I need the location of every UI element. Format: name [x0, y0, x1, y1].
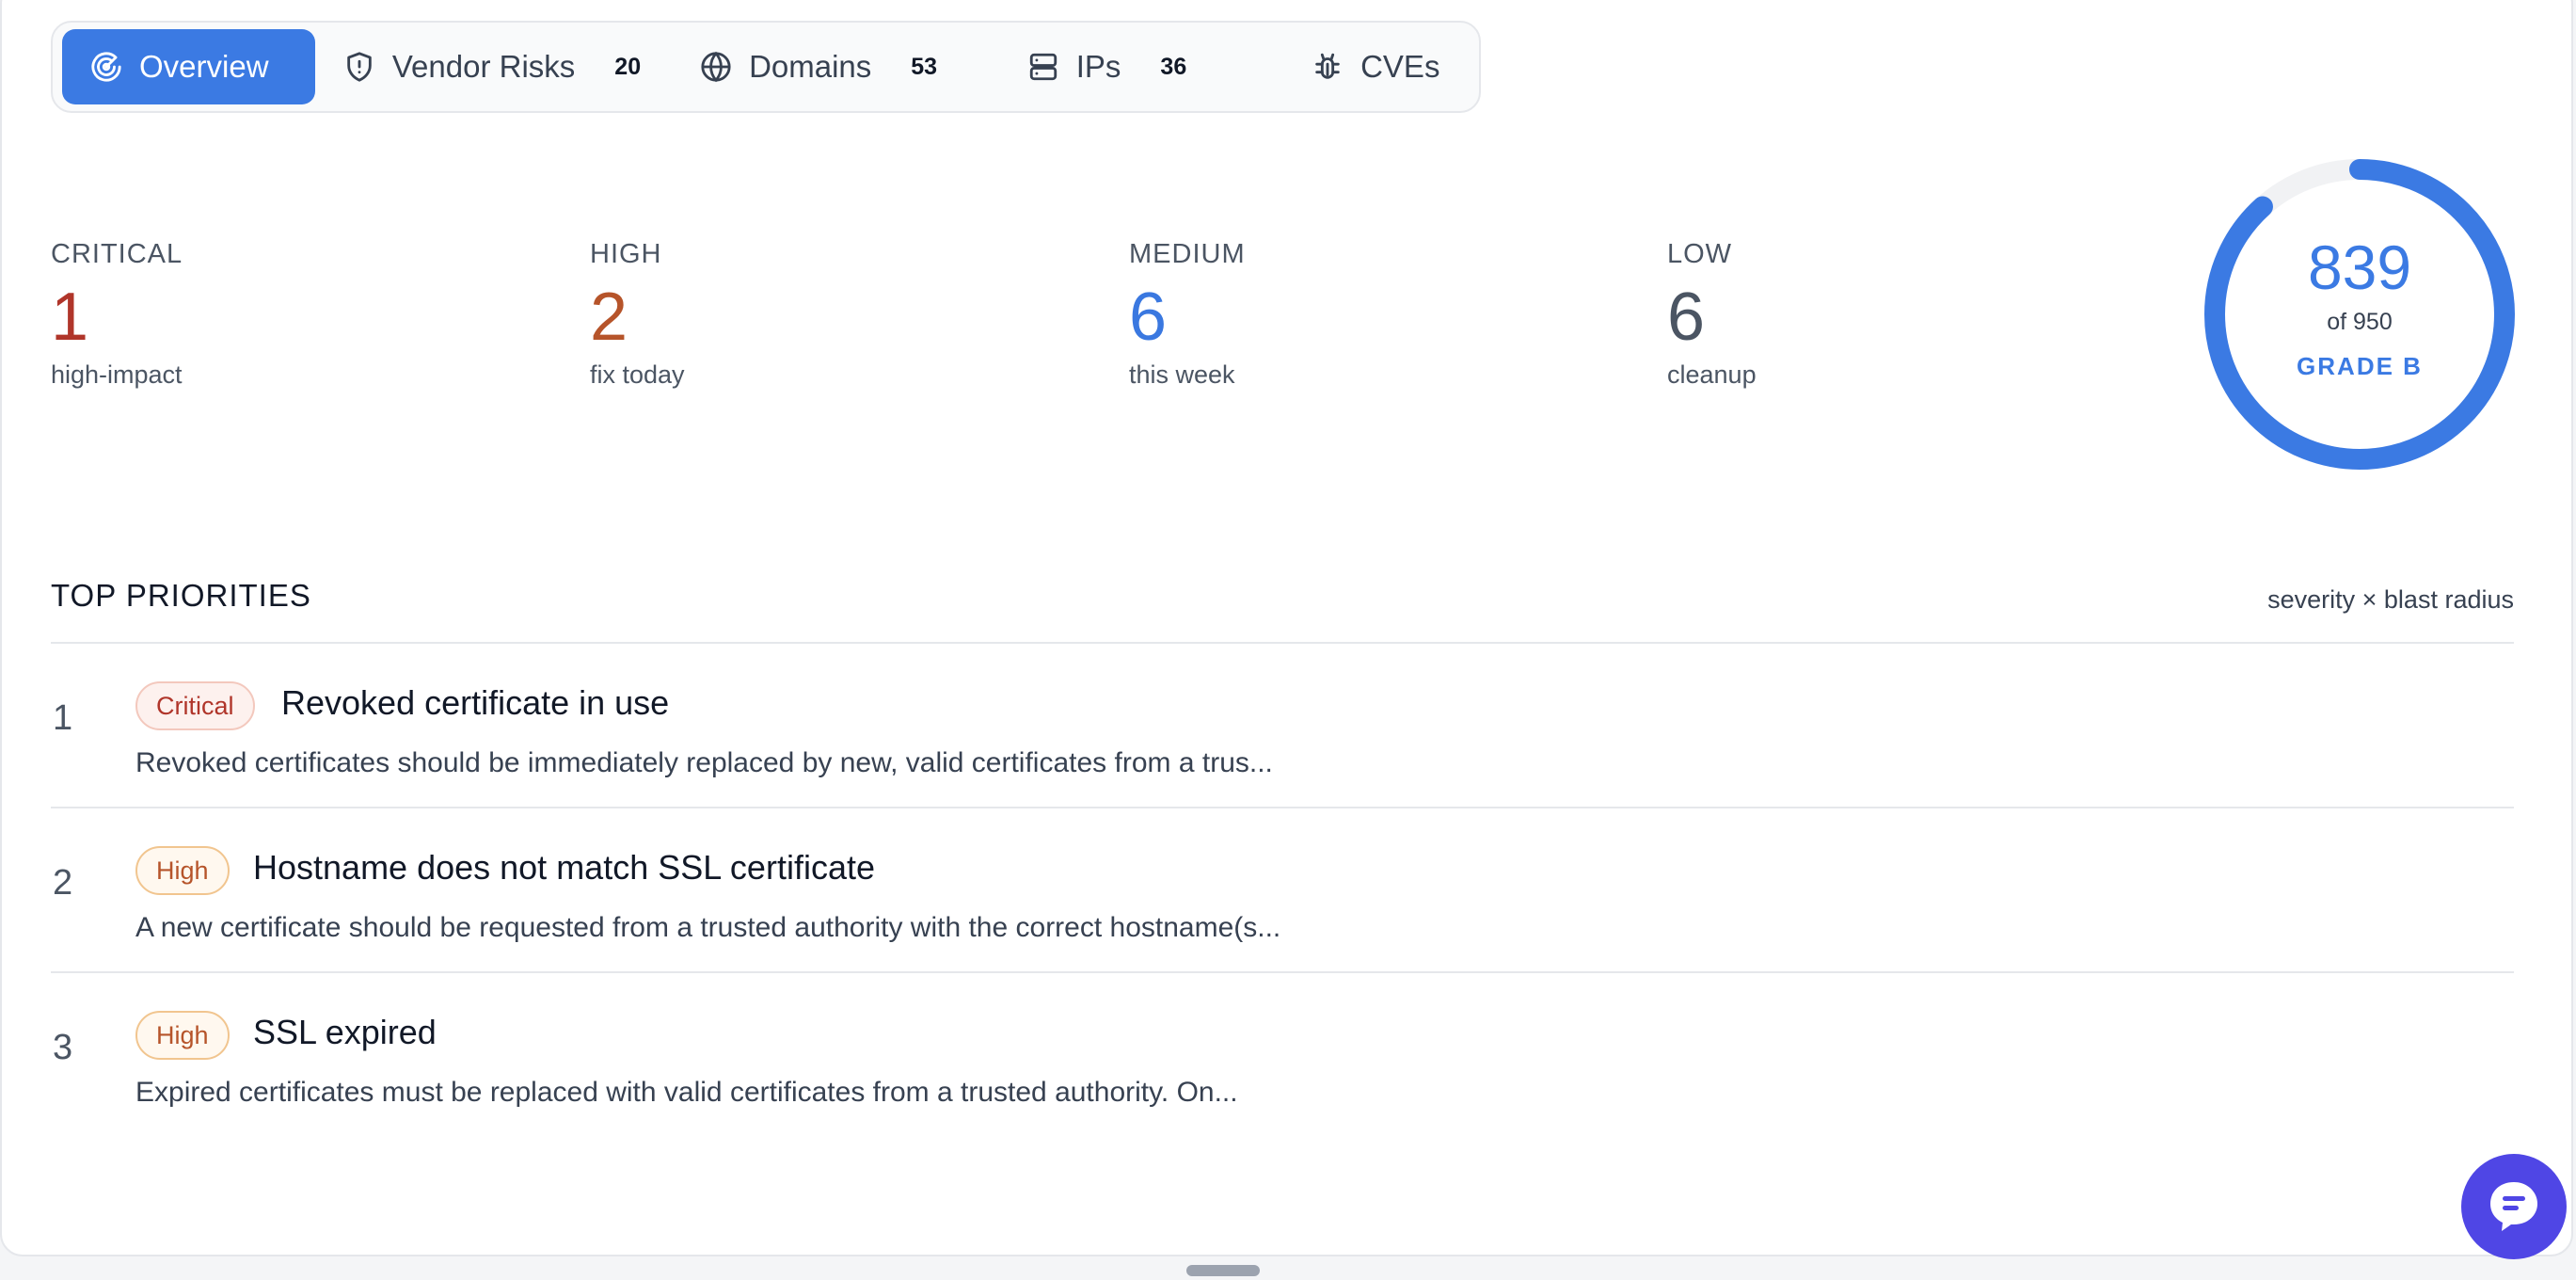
priority-row[interactable]: 2 High Hostname does not match SSL certi… [51, 808, 2514, 973]
priority-title: Hostname does not match SSL certificate [253, 848, 875, 887]
overview-card: Overview Vendor Risks 20 Domains 53 IPs … [0, 0, 2573, 1256]
chat-icon [2490, 1182, 2537, 1231]
priority-rank: 1 [53, 698, 73, 738]
severity-badge: High [135, 846, 230, 895]
chat-button[interactable] [2461, 1154, 2567, 1259]
score-value: 839 [2307, 232, 2412, 302]
server-icon [1029, 53, 1057, 81]
tab-count: 20 [614, 53, 642, 80]
score-max: of 950 [2327, 309, 2393, 335]
tab-label: Domains [749, 49, 872, 84]
priority-rank: 2 [53, 863, 73, 903]
severity-count: 1 [51, 280, 89, 355]
tab-bar: Overview Vendor Risks 20 Domains 53 IPs … [51, 21, 1481, 113]
priority-rank: 3 [53, 1028, 73, 1067]
priority-description: Revoked certificates should be immediate… [135, 747, 1273, 778]
tab-cves[interactable]: CVEs [1283, 29, 1470, 104]
resize-handle[interactable] [1186, 1265, 1260, 1276]
severity-label: LOW [1667, 239, 1733, 269]
severity-badge: Critical [135, 681, 255, 730]
severity-label: HIGH [590, 239, 662, 269]
tab-label: Vendor Risks [391, 49, 576, 84]
globe-icon [701, 51, 731, 83]
tab-vendor-risks[interactable]: Vendor Risks 20 [315, 29, 672, 104]
priorities-sort-note: severity × blast radius [2267, 585, 2514, 614]
severity-sub: high-impact [51, 360, 183, 389]
priority-title: SSL expired [253, 1013, 437, 1051]
tab-label: CVEs [1360, 49, 1440, 84]
severity-high[interactable]: HIGH 2 fix today [590, 239, 1060, 390]
radar-icon [91, 52, 121, 82]
tab-ips[interactable]: IPs 36 [999, 29, 1283, 104]
score-ring: 839 of 950 GRADE B [2200, 154, 2520, 474]
severity-sub: cleanup [1667, 360, 1757, 389]
severity-sub: fix today [590, 360, 685, 389]
severity-label: MEDIUM [1129, 239, 1246, 269]
severity-critical[interactable]: CRITICAL 1 high-impact [51, 239, 521, 390]
shield-icon [347, 52, 372, 82]
tab-domains[interactable]: Domains 53 [672, 29, 999, 104]
tab-count: 36 [1160, 53, 1187, 80]
priorities-header: TOP PRIORITIES severity × blast radius [51, 578, 2514, 644]
tab-label: Overview [139, 49, 269, 84]
score-grade: GRADE B [2297, 352, 2423, 380]
priorities-title: TOP PRIORITIES [51, 578, 311, 613]
tab-label: IPs [1075, 49, 1121, 84]
severity-sub: this week [1129, 360, 1235, 389]
severity-label: CRITICAL [51, 239, 183, 269]
severity-medium[interactable]: MEDIUM 6 this week [1129, 239, 1599, 390]
priority-description: A new certificate should be requested fr… [135, 912, 1281, 943]
severity-count: 2 [590, 280, 628, 355]
tab-overview[interactable]: Overview [62, 29, 315, 104]
tab-count: 53 [911, 53, 938, 80]
priority-title: Revoked certificate in use [281, 683, 670, 722]
severity-badge: High [135, 1011, 230, 1060]
severity-low[interactable]: LOW 6 cleanup [1667, 239, 2138, 390]
severity-count: 6 [1667, 280, 1706, 355]
priority-row[interactable]: 3 High SSL expired Expired certificates … [51, 973, 2514, 1138]
priority-description: Expired certificates must be replaced wi… [135, 1077, 1238, 1108]
priority-row[interactable]: 1 Critical Revoked certificate in use Re… [51, 644, 2514, 808]
bug-icon [1315, 53, 1340, 79]
severity-count: 6 [1129, 280, 1168, 355]
